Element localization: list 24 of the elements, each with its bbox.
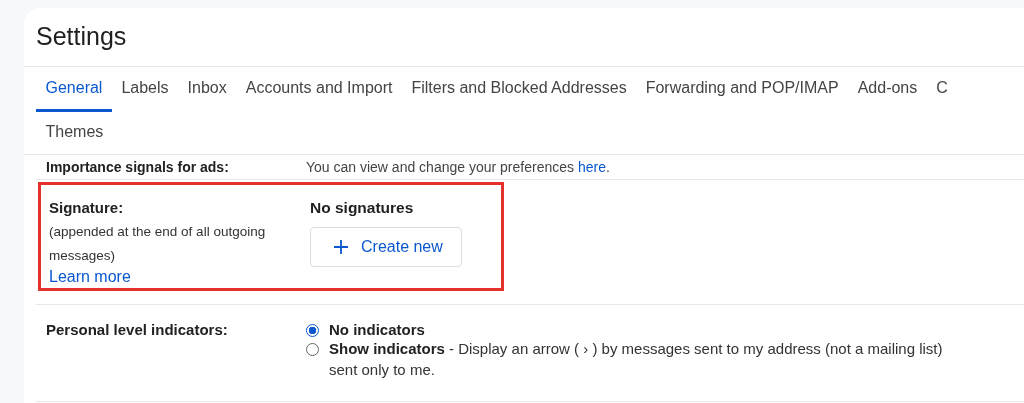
settings-tab[interactable]: Labels [111, 67, 179, 112]
setting-label: Importance signals for ads: [45, 159, 230, 175]
here-link[interactable]: here [577, 159, 606, 175]
settings-tab[interactable]: Themes [36, 112, 113, 154]
page-title: Settings [24, 8, 1024, 67]
plus-icon [333, 239, 349, 255]
option-label: Show indicators - Display an arrow ( › ) by messages sent to my address (not a mailing list) [329, 340, 943, 357]
settings-tab[interactable]: Accounts and Import [236, 67, 402, 112]
settings-tab[interactable]: Filters and Blocked Addresses [401, 67, 637, 112]
radio-button[interactable] [306, 324, 319, 337]
signature-status: No signatures [310, 199, 415, 217]
learn-more-link[interactable]: Learn more [49, 268, 131, 286]
option-description: sent only to me. [329, 361, 436, 378]
settings-tab[interactable]: Forwarding and POP/IMAP [636, 67, 849, 112]
setting-text: You can view and change your preferences here. [306, 159, 610, 175]
settings-tab[interactable]: Inbox [178, 67, 237, 112]
create-new-button[interactable]: Create new [310, 227, 462, 267]
settings-tab[interactable]: C [926, 67, 958, 112]
settings-tab[interactable]: General [36, 67, 112, 112]
setting-note: (appended at the end of all outgoing messages) [49, 223, 267, 265]
setting-label: Signature: [49, 199, 125, 216]
setting-label: Personal level indicators: [46, 321, 229, 340]
option-label: No indicators [329, 321, 425, 338]
settings-tab[interactable]: Add-ons [848, 67, 927, 112]
